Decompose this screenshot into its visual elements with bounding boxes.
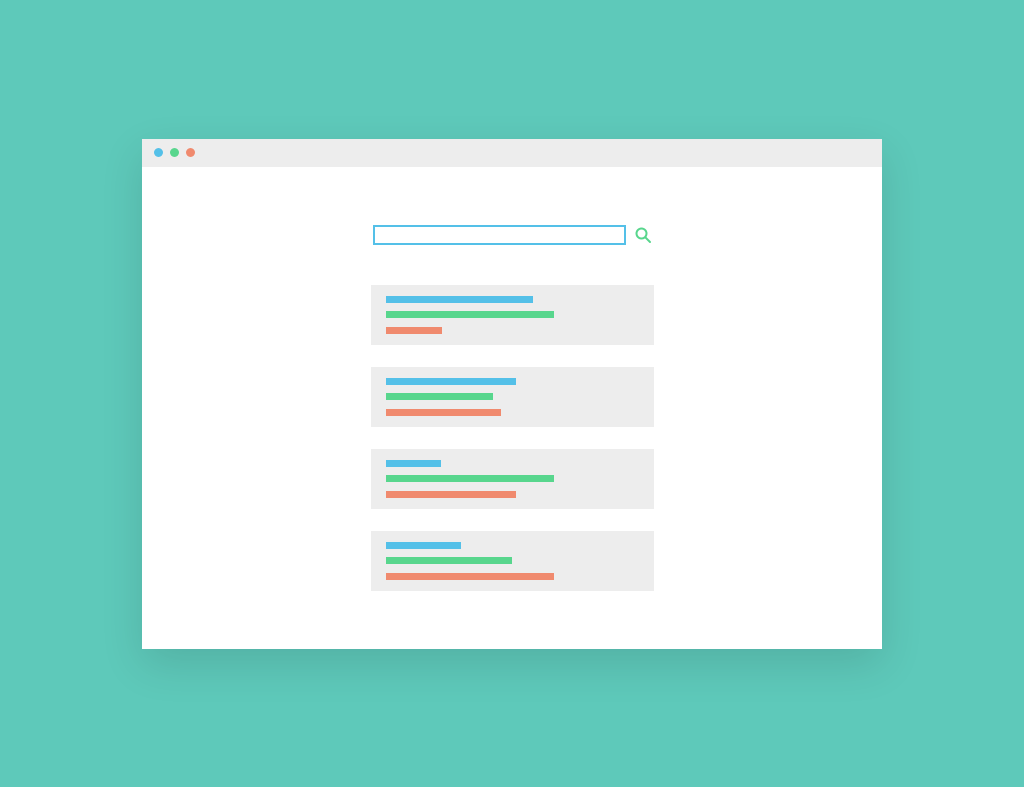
result-title-placeholder xyxy=(386,460,441,467)
window-close-button[interactable] xyxy=(154,148,163,157)
result-description-placeholder xyxy=(386,573,554,580)
search-result[interactable] xyxy=(371,449,654,509)
result-description-placeholder xyxy=(386,409,501,416)
result-url-placeholder xyxy=(386,475,554,482)
window-maximize-button[interactable] xyxy=(186,148,195,157)
result-description-placeholder xyxy=(386,491,516,498)
browser-window xyxy=(142,139,882,649)
search-result[interactable] xyxy=(371,531,654,591)
result-url-placeholder xyxy=(386,311,554,318)
window-minimize-button[interactable] xyxy=(170,148,179,157)
search-result[interactable] xyxy=(371,367,654,427)
content-area xyxy=(142,167,882,649)
result-title-placeholder xyxy=(386,296,533,303)
search-result[interactable] xyxy=(371,285,654,345)
search-input[interactable] xyxy=(373,225,626,245)
result-url-placeholder xyxy=(386,557,512,564)
search-icon[interactable] xyxy=(634,226,652,244)
result-url-placeholder xyxy=(386,393,493,400)
search-results xyxy=(371,285,654,591)
search-row xyxy=(373,225,652,245)
window-title-bar xyxy=(142,139,882,167)
result-description-placeholder xyxy=(386,327,442,334)
result-title-placeholder xyxy=(386,378,516,385)
result-title-placeholder xyxy=(386,542,461,549)
